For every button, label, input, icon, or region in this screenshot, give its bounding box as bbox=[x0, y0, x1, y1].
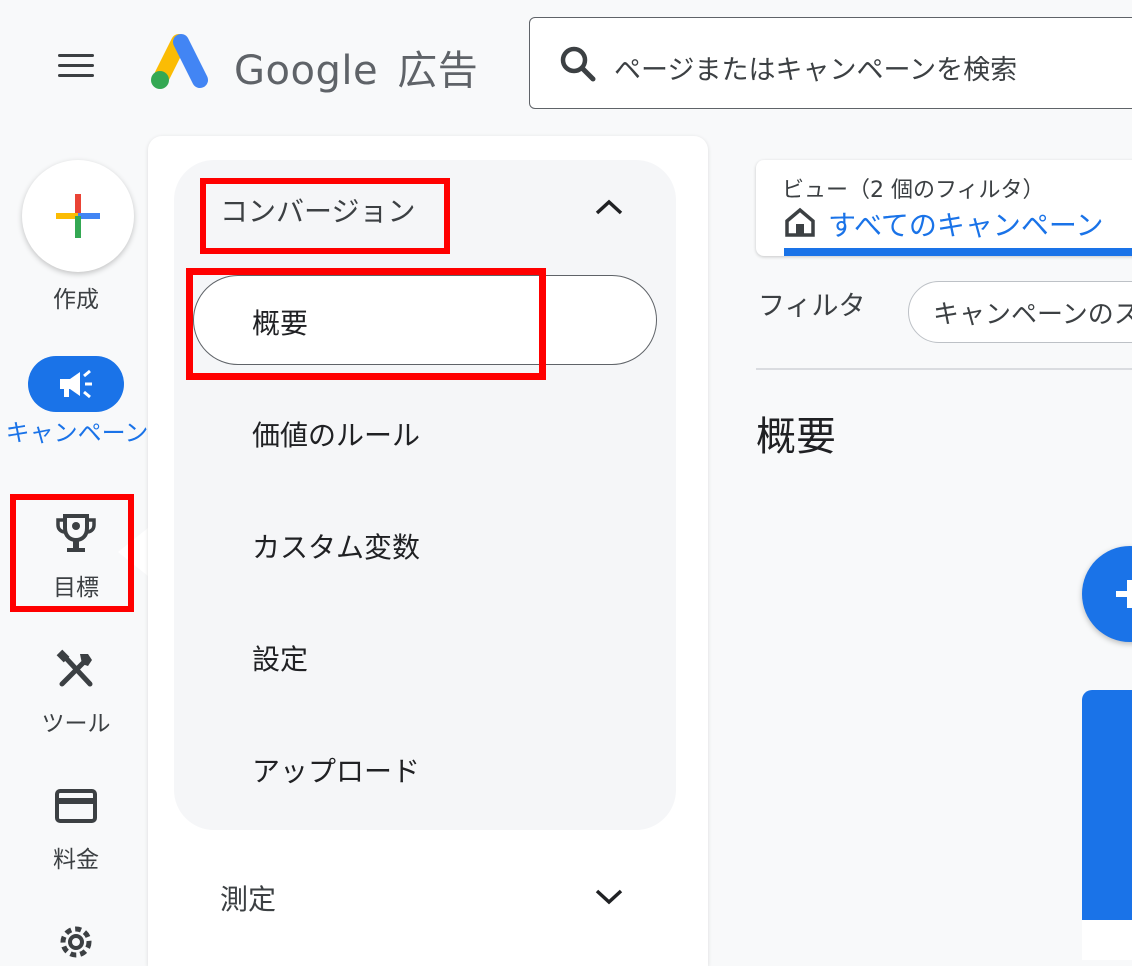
menu-item-settings[interactable]: 設定 bbox=[252, 638, 308, 678]
view-value: すべてのキャンペーン bbox=[828, 209, 1104, 242]
side-panel-footer bbox=[1082, 920, 1132, 960]
chevron-down-icon[interactable] bbox=[594, 888, 624, 906]
brand-google: Google bbox=[234, 48, 379, 94]
search-icon bbox=[560, 46, 596, 82]
filter-label: フィルタ bbox=[758, 291, 866, 322]
megaphone-icon bbox=[60, 369, 92, 399]
measurement-section-header[interactable]: 測定 bbox=[220, 878, 276, 918]
campaigns-label[interactable]: キャンペーン bbox=[2, 418, 152, 448]
filter-chip[interactable]: キャンペーンのス bbox=[908, 281, 1132, 343]
brand-product: 広告 bbox=[397, 48, 479, 94]
search-placeholder: ページまたはキャンペーンを検索 bbox=[614, 55, 1018, 86]
tools-icon[interactable] bbox=[54, 648, 98, 692]
create-label: 作成 bbox=[53, 287, 99, 313]
view-selector[interactable]: ビュー（2 個のフィルタ） すべてのキャンペーン bbox=[756, 160, 1132, 256]
overview-highlight-box bbox=[186, 268, 546, 380]
credit-card-icon[interactable] bbox=[54, 788, 98, 824]
menu-icon[interactable] bbox=[52, 46, 100, 86]
home-icon bbox=[785, 207, 815, 237]
plus-icon bbox=[56, 194, 100, 238]
view-active-bar bbox=[784, 248, 1132, 256]
plus-icon bbox=[1116, 580, 1132, 608]
goals-highlight-box bbox=[10, 494, 134, 612]
google-ads-logo bbox=[151, 34, 208, 89]
conversions-group bbox=[174, 160, 676, 830]
gear-icon[interactable] bbox=[54, 920, 98, 964]
campaigns-nav-button[interactable] bbox=[28, 356, 124, 412]
menu-item-uploads[interactable]: アップロード bbox=[252, 750, 420, 790]
page-title: 概要 bbox=[756, 414, 836, 460]
conversions-highlight-box bbox=[200, 178, 450, 254]
side-panel bbox=[1082, 690, 1132, 926]
add-button[interactable] bbox=[1082, 546, 1132, 642]
tools-label[interactable]: ツール bbox=[6, 704, 146, 738]
chevron-up-icon[interactable] bbox=[594, 198, 624, 216]
billing-label[interactable]: 料金 bbox=[6, 840, 146, 874]
create-button[interactable] bbox=[22, 160, 134, 272]
menu-item-custom-variables[interactable]: カスタム変数 bbox=[252, 526, 420, 566]
search-input[interactable]: ページまたはキャンペーンを検索 bbox=[529, 17, 1132, 109]
view-label: ビュー（2 個のフィルタ） bbox=[782, 178, 1045, 203]
filter-chip-label: キャンペーンのス bbox=[933, 300, 1132, 330]
divider bbox=[756, 368, 1132, 370]
brand-title: Google 広告 bbox=[234, 38, 478, 96]
menu-item-value-rules[interactable]: 価値のルール bbox=[252, 414, 420, 454]
